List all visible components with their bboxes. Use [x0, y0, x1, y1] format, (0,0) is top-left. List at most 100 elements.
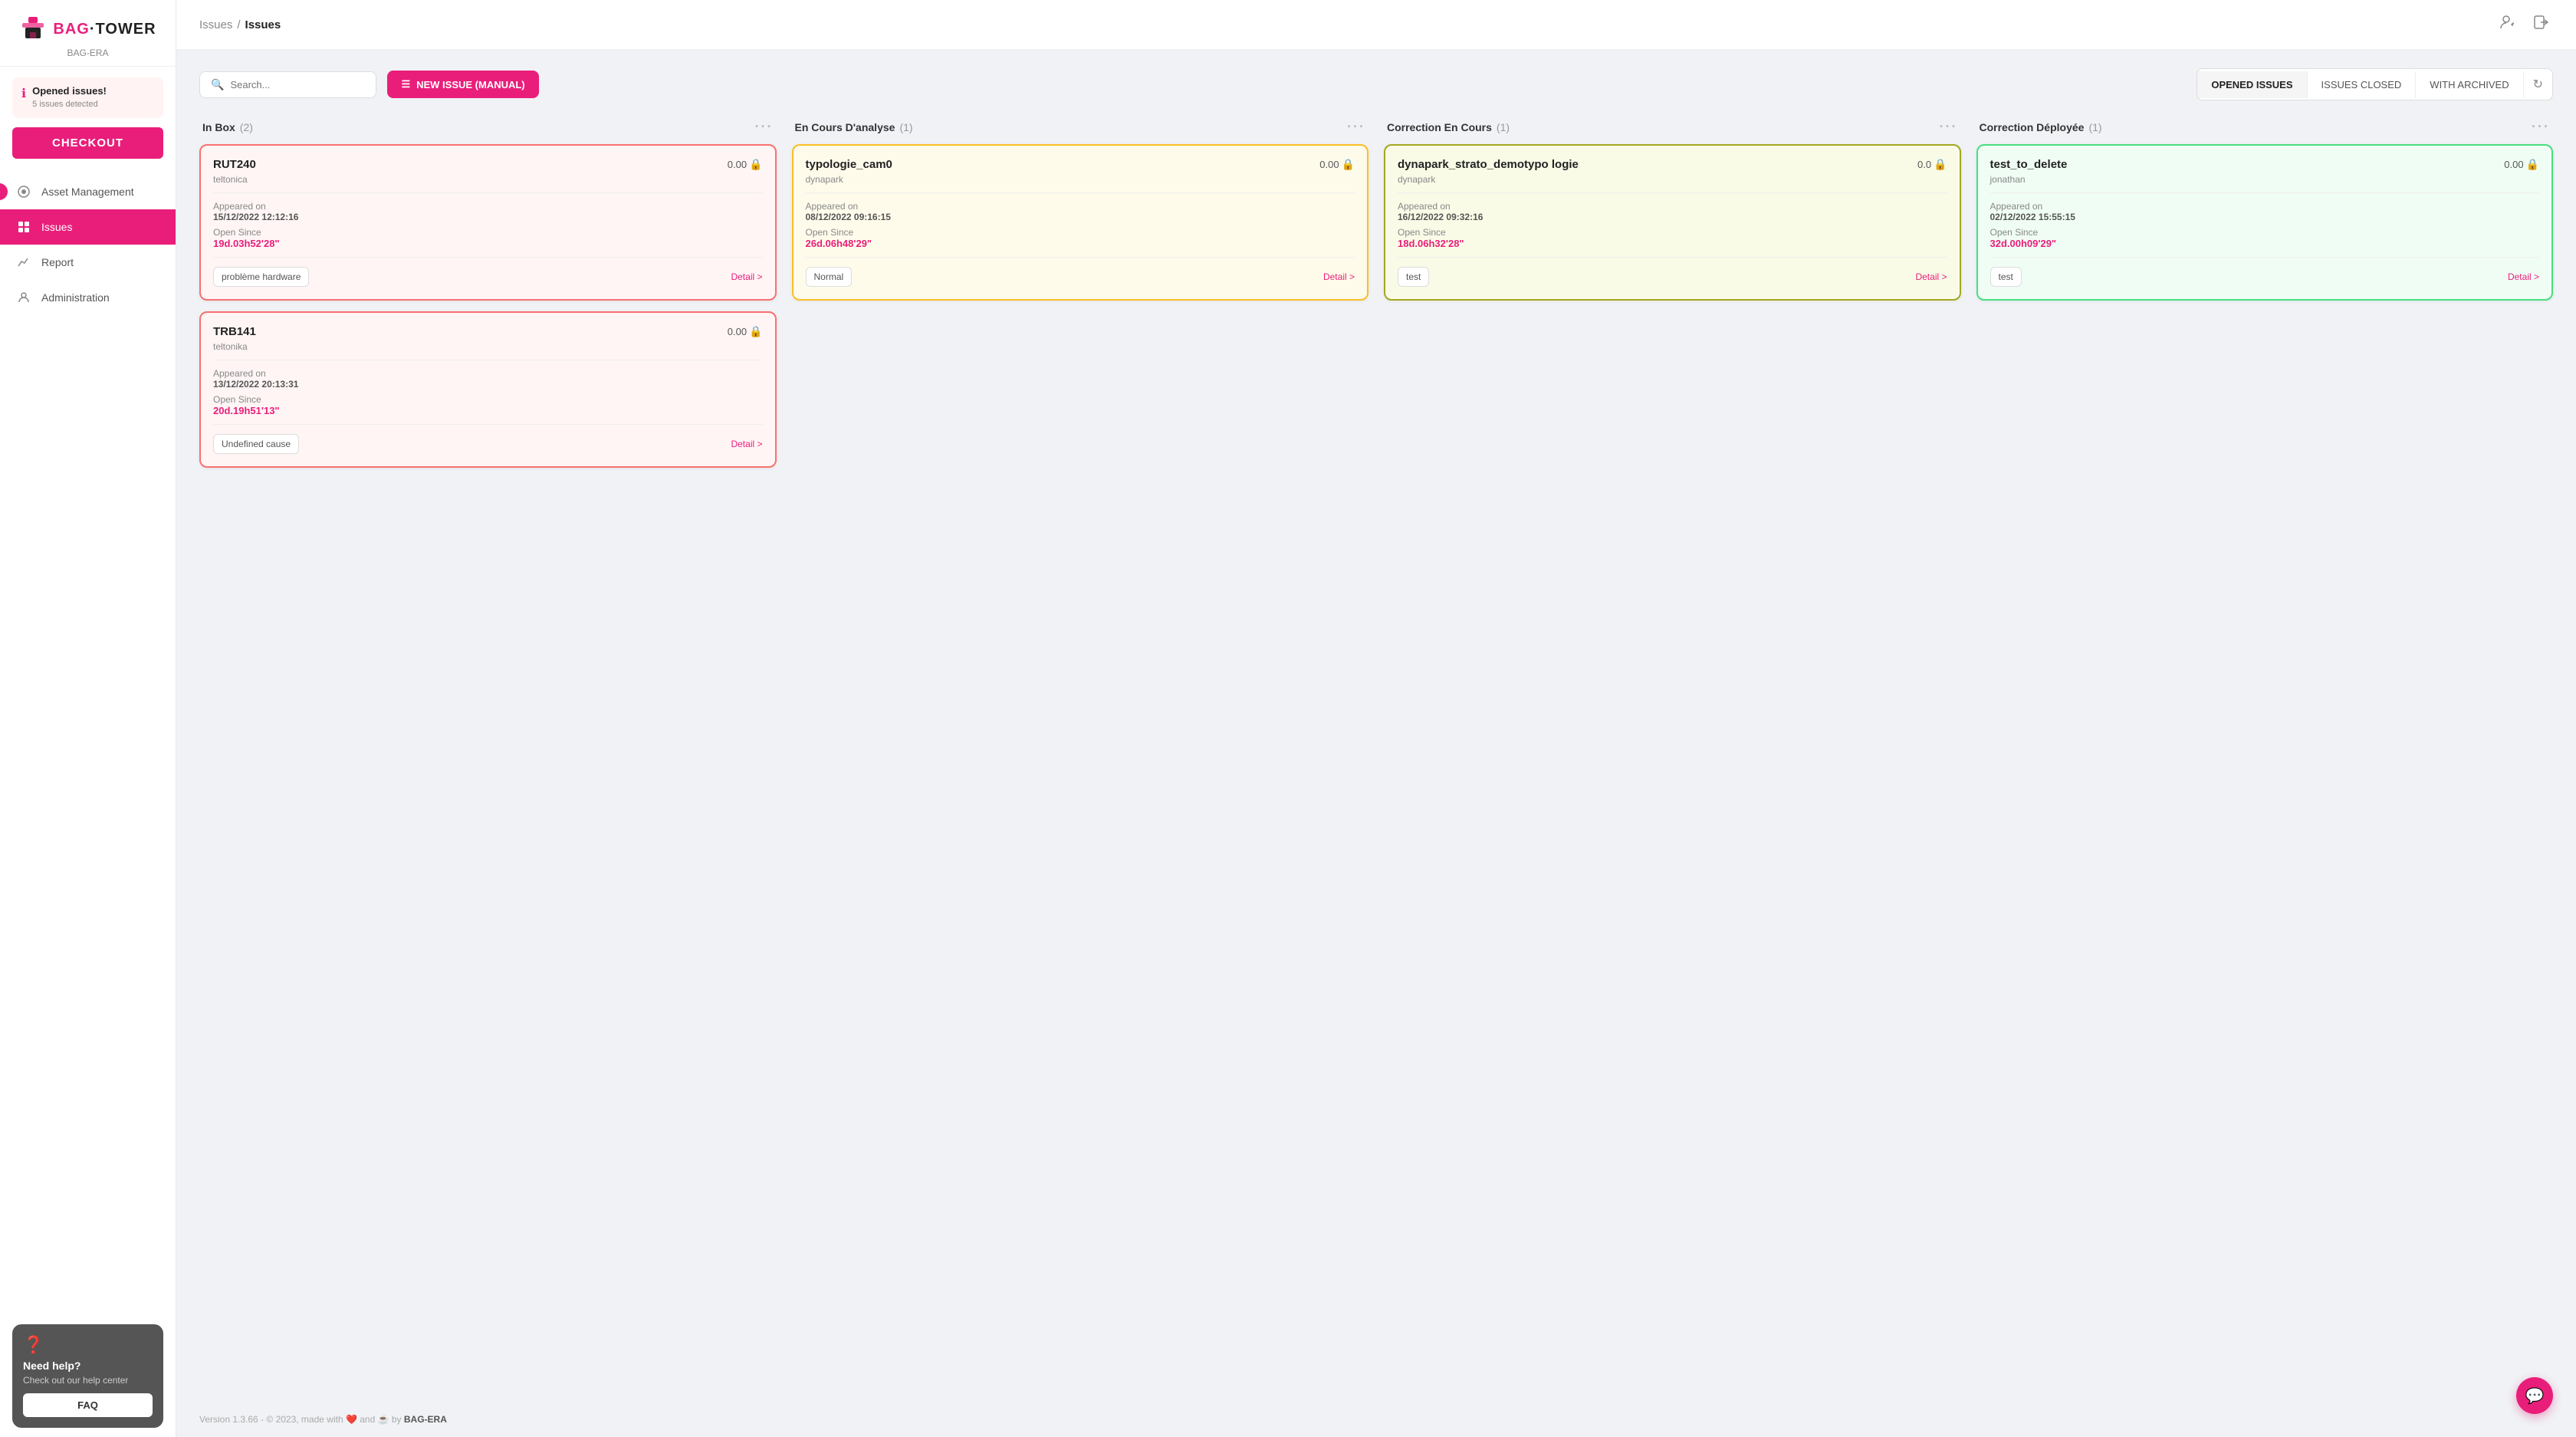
card-header: TRB141 0.00 🔒	[213, 325, 763, 338]
logo-area: BAG·TOWER BAG-ERA	[0, 0, 176, 67]
col-title-text: Correction En Cours	[1387, 121, 1492, 133]
search-wrapper: 🔍	[199, 71, 376, 98]
footer-brand: BAG-ERA	[404, 1414, 447, 1425]
card-org: dynapark	[806, 174, 1355, 185]
card-tag: test	[1398, 267, 1429, 287]
content-area: 🔍 ☰ NEW ISSUE (MANUAL) OPENED ISSUES ISS…	[176, 50, 2576, 1402]
sidebar-item-issues[interactable]: Issues	[0, 209, 176, 245]
issue-card: test_to_delete 0.00 🔒 jonathan Appeared …	[1976, 144, 2554, 301]
col-title-text: Correction Déployée	[1980, 121, 2085, 133]
card-header: test_to_delete 0.00 🔒	[1990, 158, 2540, 171]
card-tag: test	[1990, 267, 2022, 287]
tab-archived[interactable]: WITH ARCHIVED	[2416, 71, 2523, 98]
col-count: (1)	[2088, 121, 2101, 133]
card-open-since-value: 26d.06h48'29"	[806, 238, 872, 249]
chat-fab-button[interactable]: 💬	[2516, 1377, 2553, 1414]
issue-card: RUT240 0.00 🔒 teltonica Appeared on 15/1…	[199, 144, 777, 301]
col-header: In Box (2) ···	[199, 119, 777, 144]
card-appeared: Appeared on 16/12/2022 09:32:16	[1398, 201, 1947, 222]
col-title: In Box (2)	[202, 121, 253, 133]
help-box: ❓ Need help? Check out our help center F…	[12, 1324, 163, 1428]
kanban-col-inbox: In Box (2) ··· RUT240 0.00 🔒 teltonica A…	[199, 119, 777, 478]
card-open-since-value: 18d.06h32'28"	[1398, 238, 1464, 249]
logout-icon-button[interactable]	[2530, 11, 2553, 38]
report-icon	[15, 254, 32, 271]
kanban-col-correction-deployee: Correction Déployée (1) ··· test_to_dele…	[1976, 119, 2554, 311]
filter-bar: 🔍 ☰ NEW ISSUE (MANUAL) OPENED ISSUES ISS…	[199, 68, 2553, 100]
help-title: Need help?	[23, 1360, 153, 1372]
issues-icon	[15, 219, 32, 235]
col-menu-button[interactable]: ···	[755, 119, 774, 135]
card-open-since: Open Since 32d.00h09'29"	[1990, 227, 2540, 249]
card-divider-2	[1990, 257, 2540, 258]
card-footer: problème hardware Detail >	[213, 267, 763, 287]
main-content: Issues / Issues 🔍 ☰ NEW ISSUE (MANUAL)	[176, 0, 2576, 1437]
sidebar-item-administration-label: Administration	[41, 291, 110, 304]
col-title: En Cours D'analyse (1)	[795, 121, 913, 133]
card-open-since: Open Since 20d.19h51'13"	[213, 394, 763, 416]
card-version: 0.00 🔒	[728, 325, 763, 338]
col-count: (1)	[899, 121, 912, 133]
card-appeared-date: 02/12/2022 15:55:15	[1990, 212, 2540, 222]
top-header: Issues / Issues	[176, 0, 2576, 50]
alert-subtitle: 5 issues detected	[32, 100, 98, 109]
card-open-since-value: 20d.19h51'13"	[213, 405, 280, 416]
checkout-button[interactable]: CHECKOUT	[12, 127, 163, 159]
issue-card: dynapark_strato_demotypo logie 0.0 🔒 dyn…	[1384, 144, 1961, 301]
col-title-text: En Cours D'analyse	[795, 121, 895, 133]
sidebar-item-administration[interactable]: Administration	[0, 280, 176, 315]
footer: Version 1.3.66 - © 2023, made with ❤️ an…	[176, 1402, 2576, 1437]
tab-closed-issues[interactable]: ISSUES CLOSED	[2308, 71, 2417, 98]
new-issue-button[interactable]: ☰ NEW ISSUE (MANUAL)	[387, 71, 538, 98]
asset-management-icon	[15, 183, 32, 200]
card-version: 0.0 🔒	[1917, 158, 1947, 171]
card-divider	[806, 192, 1355, 193]
sidebar-item-asset-management[interactable]: › Asset Management	[0, 174, 176, 209]
card-footer: test Detail >	[1398, 267, 1947, 287]
card-detail-link[interactable]: Detail >	[731, 439, 762, 449]
card-org: teltonika	[213, 341, 763, 352]
card-version: 0.00 🔒	[2504, 158, 2539, 171]
card-detail-link[interactable]: Detail >	[731, 271, 762, 282]
issue-card: typologie_cam0 0.00 🔒 dynapark Appeared …	[792, 144, 1369, 301]
card-version: 0.00 🔒	[1319, 158, 1355, 171]
sidebar-item-report[interactable]: Report	[0, 245, 176, 280]
col-title: Correction Déployée (1)	[1980, 121, 2102, 133]
card-divider	[1990, 192, 2540, 193]
card-header: RUT240 0.00 🔒	[213, 158, 763, 171]
refresh-button[interactable]: ↻	[2524, 69, 2552, 100]
tab-opened-issues[interactable]: OPENED ISSUES	[2197, 71, 2307, 98]
issue-card: TRB141 0.00 🔒 teltonika Appeared on 13/1…	[199, 311, 777, 468]
kanban-col-en-cours: En Cours D'analyse (1) ··· typologie_cam…	[792, 119, 1369, 311]
col-menu-button[interactable]: ···	[1940, 119, 1958, 135]
alert-box: ℹ Opened issues! 5 issues detected	[12, 77, 163, 118]
card-divider-2	[806, 257, 1355, 258]
alert-text: Opened issues! 5 issues detected	[32, 85, 107, 110]
card-detail-link[interactable]: Detail >	[2508, 271, 2539, 282]
card-tag: problème hardware	[213, 267, 309, 287]
user-edit-icon-button[interactable]	[2496, 11, 2519, 38]
collapse-button[interactable]: ›	[0, 183, 8, 200]
card-detail-link[interactable]: Detail >	[1323, 271, 1355, 282]
nav-items: › Asset Management Issues Report Adminis…	[0, 168, 176, 1315]
logo-subtitle: BAG-ERA	[67, 48, 108, 58]
card-detail-link[interactable]: Detail >	[1915, 271, 1947, 282]
col-header: En Cours D'analyse (1) ···	[792, 119, 1369, 144]
card-appeared-date: 08/12/2022 09:16:15	[806, 212, 1355, 222]
card-open-since: Open Since 18d.06h32'28"	[1398, 227, 1947, 249]
card-id: RUT240	[213, 158, 256, 171]
col-menu-button[interactable]: ···	[1347, 119, 1365, 135]
col-menu-button[interactable]: ···	[2532, 119, 2550, 135]
search-icon: 🔍	[211, 78, 224, 91]
kanban-board: In Box (2) ··· RUT240 0.00 🔒 teltonica A…	[199, 119, 2553, 478]
logo-row: BAG·TOWER	[19, 15, 156, 43]
help-icon: ❓	[23, 1335, 153, 1355]
card-footer: Normal Detail >	[806, 267, 1355, 287]
search-input[interactable]	[230, 79, 365, 90]
breadcrumb-parent[interactable]: Issues	[199, 18, 232, 31]
card-org: teltonica	[213, 174, 763, 185]
card-divider	[213, 192, 763, 193]
card-header: dynapark_strato_demotypo logie 0.0 🔒	[1398, 158, 1947, 171]
breadcrumb: Issues / Issues	[199, 18, 281, 31]
faq-button[interactable]: FAQ	[23, 1393, 153, 1417]
